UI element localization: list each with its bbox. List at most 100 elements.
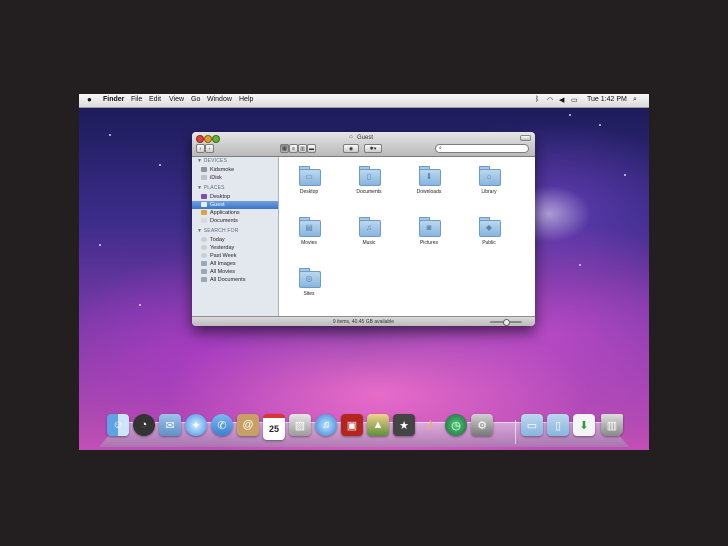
star — [569, 114, 571, 116]
sidebar-item-kidsmoke[interactable]: Kidsmoke — [192, 166, 278, 174]
display-icon: ▭ — [305, 172, 313, 181]
star — [109, 134, 111, 136]
documents-stack-icon[interactable]: ▯ — [547, 414, 569, 436]
document-icon: ▯ — [366, 172, 372, 181]
search-icon: ⌕ — [439, 145, 442, 151]
public-icon: ◆ — [485, 223, 493, 232]
menu-clock[interactable]: Tue 1:42 PM — [587, 96, 627, 103]
time-machine-icon[interactable]: ◷ — [445, 414, 467, 436]
bluetooth-icon[interactable]: ᛒ — [535, 96, 539, 103]
back-button[interactable]: ‹ — [196, 144, 205, 153]
ical-icon[interactable]: 25 — [263, 414, 285, 440]
menu-bar: ● Finder File Edit View Go Window Help ᛒ… — [79, 94, 649, 108]
folder-public[interactable]: ◆ Public — [469, 214, 509, 258]
address-book-icon[interactable]: @ — [237, 414, 259, 436]
menu-file[interactable]: File — [131, 96, 142, 103]
sidebar-item-all-movies[interactable]: All Movies — [192, 268, 278, 276]
sidebar-item-past-week[interactable]: Past Week — [192, 252, 278, 260]
star — [599, 124, 601, 126]
documents-icon — [201, 218, 207, 223]
globe-icon: ◎ — [305, 274, 313, 283]
list-view-button[interactable]: ≡ — [289, 144, 298, 153]
search-input[interactable]: ⌕ — [435, 144, 529, 153]
window-titlebar[interactable]: ⌂ Guest ‹ › ▦ ≡ ▥ ▬ ◉ ✱▾ ⌕ — [192, 132, 535, 157]
clock-icon — [201, 245, 207, 250]
iphoto-icon[interactable]: ▲ — [367, 414, 389, 436]
library-icon: ⌂ — [486, 172, 492, 181]
sidebar-item-all-documents[interactable]: All Documents — [192, 276, 278, 284]
folder-documents[interactable]: ▯ Documents — [349, 163, 389, 207]
icon-size-slider-knob[interactable] — [503, 319, 510, 326]
sidebar: ▼ DEVICES Kidsmoke iDisk ▼ PLACES Deskto… — [192, 157, 279, 316]
hard-drive-icon — [201, 167, 207, 172]
garageband-icon[interactable]: ♪ — [419, 414, 441, 436]
finder-icon[interactable]: ☺ — [107, 414, 129, 436]
sidebar-header-search[interactable]: ▼ SEARCH FOR — [197, 228, 239, 234]
applications-stack-icon[interactable]: ▭ — [521, 414, 543, 436]
battery-icon[interactable]: ▭ — [571, 96, 578, 104]
downloads-stack-icon[interactable]: ⬇ — [573, 414, 595, 436]
icon-view-button[interactable]: ▦ — [280, 144, 289, 153]
applications-icon — [201, 210, 207, 215]
menu-view[interactable]: View — [169, 96, 184, 103]
dashboard-icon[interactable]: ◔ — [133, 414, 155, 436]
safari-icon[interactable]: ✦ — [185, 414, 207, 436]
clock-icon — [201, 253, 207, 258]
wifi-icon[interactable]: ◠ — [547, 96, 553, 104]
coverflow-view-button[interactable]: ▬ — [307, 144, 316, 153]
forward-button[interactable]: › — [205, 144, 214, 153]
smart-folder-icon — [201, 269, 207, 274]
status-text: 9 items, 40.45 GB available — [332, 319, 395, 325]
menu-finder[interactable]: Finder — [103, 96, 124, 103]
star — [159, 164, 161, 166]
folder-library[interactable]: ⌂ Library — [469, 163, 509, 207]
zoom-button[interactable] — [212, 135, 220, 143]
finder-window: ⌂ Guest ‹ › ▦ ≡ ▥ ▬ ◉ ✱▾ ⌕ ▼ DEVICES Kid… — [192, 132, 535, 326]
sidebar-item-documents[interactable]: Documents — [192, 217, 278, 225]
preview-icon[interactable]: ▨ — [289, 414, 311, 436]
quick-look-button[interactable]: ◉ — [343, 144, 359, 153]
smart-folder-icon — [201, 277, 207, 282]
volume-icon[interactable]: ◀ — [559, 96, 564, 104]
folder-pictures[interactable]: ◙ Pictures — [409, 214, 449, 258]
music-note-icon: ♫ — [366, 223, 372, 232]
folder-downloads[interactable]: ⬇ Downloads — [409, 163, 449, 207]
column-view-button[interactable]: ▥ — [298, 144, 307, 153]
folder-desktop[interactable]: ▭ Desktop — [289, 163, 329, 207]
sidebar-item-all-images[interactable]: All Images — [192, 260, 278, 268]
sidebar-item-idisk[interactable]: iDisk — [192, 174, 278, 182]
desktop: ● Finder File Edit View Go Window Help ᛒ… — [79, 94, 649, 450]
imovie-icon[interactable]: ★ — [393, 414, 415, 436]
folder-music[interactable]: ♫ Music — [349, 214, 389, 258]
folder-movies[interactable]: ▤ Movies — [289, 214, 329, 258]
trash-icon[interactable]: ▥ — [601, 414, 623, 436]
spotlight-icon[interactable]: ⌕ — [633, 96, 637, 104]
download-icon: ⬇ — [425, 172, 433, 181]
menu-go[interactable]: Go — [191, 96, 200, 103]
menu-edit[interactable]: Edit — [149, 96, 161, 103]
smart-folder-icon — [201, 261, 207, 266]
photo-booth-icon[interactable]: ▣ — [341, 414, 363, 436]
itunes-icon[interactable]: ♫ — [315, 414, 337, 436]
toolbar-toggle-button[interactable] — [520, 135, 531, 141]
sidebar-header-places[interactable]: ▼ PLACES — [197, 185, 225, 191]
film-icon: ▤ — [305, 223, 313, 232]
action-menu-button[interactable]: ✱▾ — [364, 144, 382, 153]
sidebar-item-today[interactable]: Today — [192, 236, 278, 244]
minimize-button[interactable] — [204, 135, 212, 143]
sidebar-item-yesterday[interactable]: Yesterday — [192, 244, 278, 252]
star — [579, 264, 581, 266]
sidebar-header-devices[interactable]: ▼ DEVICES — [197, 158, 227, 164]
sidebar-item-guest[interactable]: Guest — [192, 201, 278, 209]
folder-sites[interactable]: ◎ Sites — [289, 265, 329, 309]
sidebar-item-applications[interactable]: Applications — [192, 209, 278, 217]
sidebar-item-desktop[interactable]: Desktop — [192, 193, 278, 201]
mail-icon[interactable]: ✉ — [159, 414, 181, 436]
system-preferences-icon[interactable]: ⚙ — [471, 414, 493, 436]
close-button[interactable] — [196, 135, 204, 143]
menu-window[interactable]: Window — [207, 96, 232, 103]
ichat-icon[interactable]: ✆ — [211, 414, 233, 436]
menu-help[interactable]: Help — [239, 96, 253, 103]
apple-menu-icon[interactable]: ● — [87, 95, 92, 104]
clock-icon — [201, 237, 207, 242]
